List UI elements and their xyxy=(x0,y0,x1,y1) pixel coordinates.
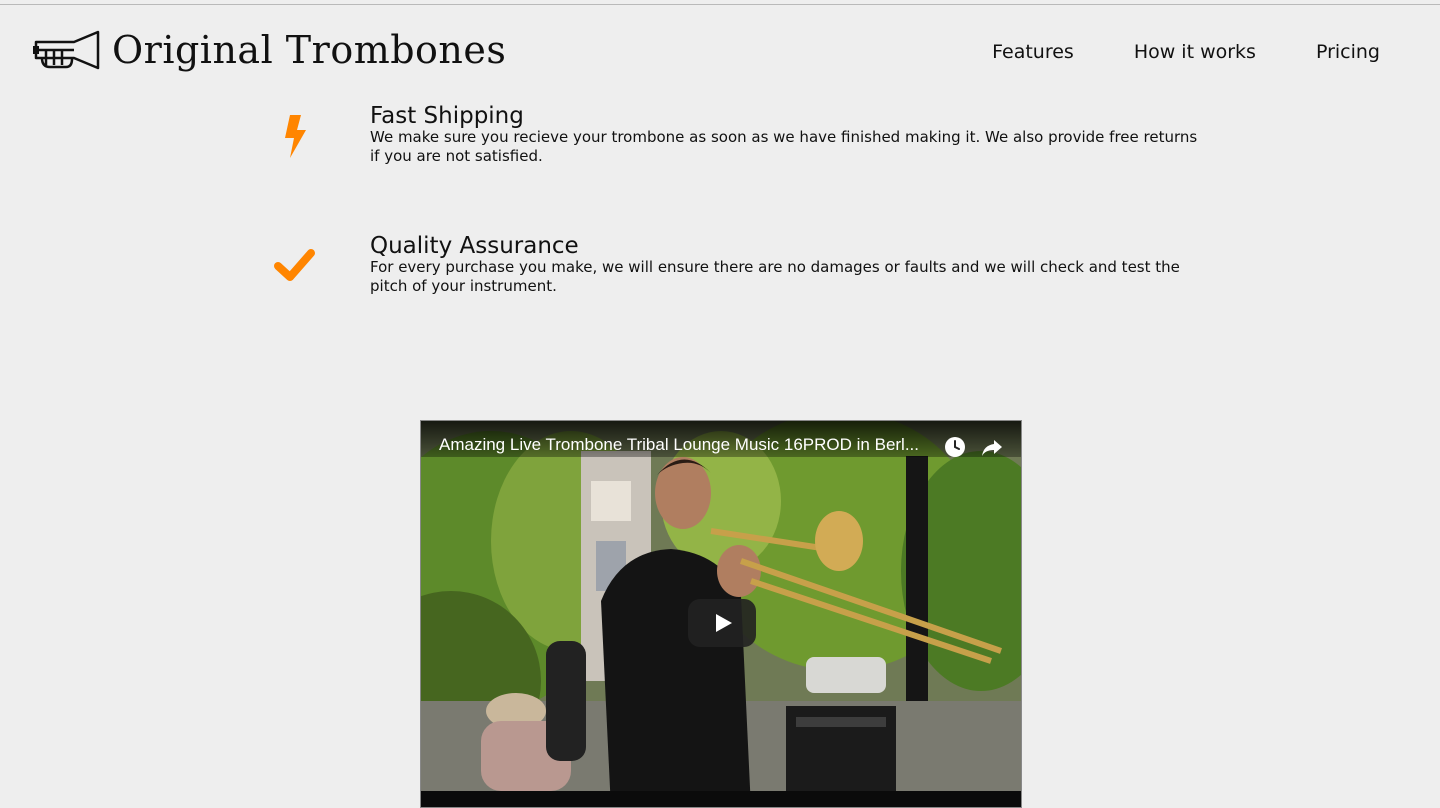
video-embed[interactable]: Amazing Live Trombone Tribal Lounge Musi… xyxy=(420,420,1022,808)
feature-quality-assurance: Quality Assurance For every purchase you… xyxy=(270,232,1210,312)
video-bottom-bar xyxy=(421,791,1021,807)
nav-link-features[interactable]: Features xyxy=(992,41,1074,63)
brand-logo[interactable]: Original Trombones xyxy=(32,27,506,73)
feature-fast-shipping: Fast Shipping We make sure you recieve y… xyxy=(270,102,1210,182)
play-icon xyxy=(716,614,732,632)
feature-description: For every purchase you make, we will ens… xyxy=(370,258,1180,295)
video-title-bar: Amazing Live Trombone Tribal Lounge Musi… xyxy=(421,421,1021,459)
nav-link-how-it-works[interactable]: How it works xyxy=(1134,41,1256,63)
main-nav: Features How it works Pricing xyxy=(992,41,1380,63)
nav-link-pricing[interactable]: Pricing xyxy=(1316,41,1380,63)
brand-name: Original Trombones xyxy=(112,28,507,72)
clock-icon[interactable] xyxy=(943,435,967,459)
share-arrow-icon[interactable] xyxy=(980,435,1004,459)
feature-title: Quality Assurance xyxy=(370,233,579,259)
lightning-bolt-icon xyxy=(285,115,306,158)
trumpet-icon xyxy=(33,30,100,70)
video-title[interactable]: Amazing Live Trombone Tribal Lounge Musi… xyxy=(439,435,939,455)
play-button[interactable] xyxy=(688,599,756,647)
checkmark-icon xyxy=(274,249,315,281)
feature-title: Fast Shipping xyxy=(370,103,524,129)
feature-description: We make sure you recieve your trombone a… xyxy=(370,128,1198,165)
site-header: Original Trombones Features How it works… xyxy=(0,5,1440,97)
